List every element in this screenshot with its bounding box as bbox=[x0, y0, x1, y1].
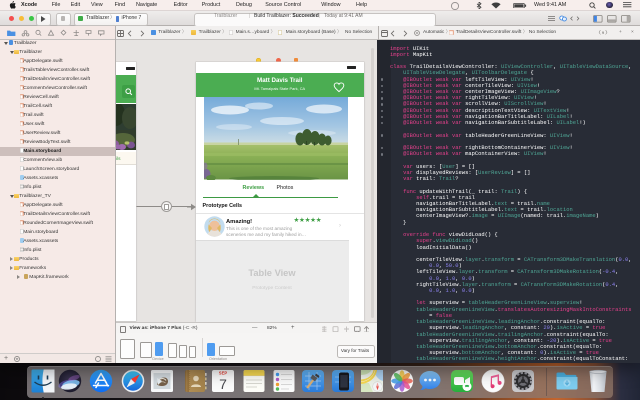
svg-text:7: 7 bbox=[219, 376, 227, 392]
svg-text:SEP: SEP bbox=[218, 371, 227, 376]
